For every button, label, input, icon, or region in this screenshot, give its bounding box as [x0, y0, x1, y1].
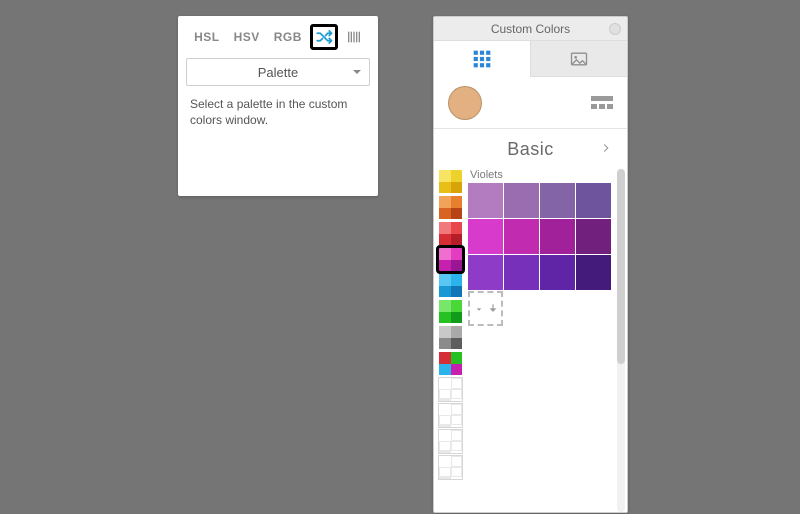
palette-thumbnail[interactable]	[438, 429, 463, 454]
tab-swatches[interactable]	[434, 41, 530, 77]
color-section: Violets	[468, 169, 613, 326]
palette-scroll-area: Violets	[434, 169, 627, 512]
image-icon	[569, 49, 589, 69]
palette-thumbnail[interactable]	[438, 195, 463, 220]
color-swatch[interactable]	[540, 219, 575, 254]
palette-select-label: Palette	[258, 65, 298, 80]
add-color-button[interactable]	[468, 291, 503, 326]
color-swatch[interactable]	[540, 183, 575, 218]
tab-bars[interactable]	[340, 24, 368, 50]
grid-icon	[472, 49, 492, 69]
color-swatch[interactable]	[504, 183, 539, 218]
titlebar: Custom Colors	[434, 17, 627, 41]
palette-thumbnail[interactable]	[438, 247, 463, 272]
help-text: Select a palette in the custom colors wi…	[178, 86, 378, 128]
tab-shuffle[interactable]	[310, 24, 338, 50]
download-arrow-icon	[472, 302, 486, 316]
scrollbar-thumb[interactable]	[617, 169, 625, 364]
section-label: Violets	[468, 169, 613, 183]
tab-image[interactable]	[530, 41, 627, 77]
color-swatch[interactable]	[576, 183, 611, 218]
group-name: Basic	[507, 139, 554, 160]
chevron-right-icon	[599, 141, 613, 155]
color-swatch[interactable]	[540, 255, 575, 290]
group-header[interactable]: Basic	[434, 129, 627, 169]
main-tab-strip	[434, 41, 627, 77]
palette-thumbnail[interactable]	[438, 403, 463, 428]
shuffle-icon	[315, 27, 333, 47]
palette-select[interactable]: Palette	[186, 58, 370, 86]
palette-thumbnail[interactable]	[438, 299, 463, 324]
mode-tab-strip: HSL HSV RGB	[178, 22, 378, 52]
color-swatch[interactable]	[504, 219, 539, 254]
color-swatch[interactable]	[576, 255, 611, 290]
palette-thumbnail[interactable]	[438, 455, 463, 480]
color-swatch[interactable]	[576, 219, 611, 254]
current-color-swatch[interactable]	[448, 86, 482, 120]
window-title: Custom Colors	[491, 22, 570, 36]
current-color-row	[434, 77, 627, 129]
color-swatch[interactable]	[468, 183, 503, 218]
palette-thumbnail[interactable]	[438, 377, 463, 402]
tab-hsv[interactable]: HSV	[228, 27, 266, 47]
violets-grid	[468, 183, 613, 290]
palette-thumbnail[interactable]	[438, 273, 463, 298]
palette-thumbnail[interactable]	[438, 169, 463, 194]
palette-thumbnail[interactable]	[438, 325, 463, 350]
color-swatch[interactable]	[504, 255, 539, 290]
bars-icon	[346, 29, 362, 45]
custom-colors-panel: Custom Colors Basic Violets	[433, 16, 628, 513]
tab-rgb[interactable]: RGB	[268, 27, 308, 47]
color-swatch[interactable]	[468, 219, 503, 254]
tab-hsl[interactable]: HSL	[188, 27, 226, 47]
palette-thumbnail-column	[438, 169, 464, 480]
color-swatch[interactable]	[468, 255, 503, 290]
palette-thumbnail[interactable]	[438, 351, 463, 376]
close-icon[interactable]	[609, 23, 621, 35]
layout-toggle-icon[interactable]	[591, 96, 613, 110]
color-mode-panel: HSL HSV RGB Palette Select a palette in …	[178, 16, 378, 196]
palette-thumbnail[interactable]	[438, 221, 463, 246]
